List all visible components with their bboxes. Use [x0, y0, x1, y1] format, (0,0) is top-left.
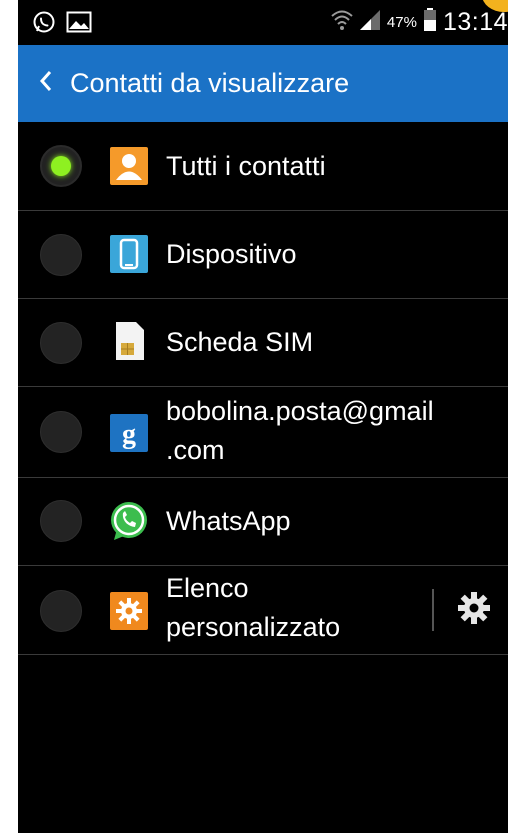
- option-label-line1: Elenco: [166, 573, 249, 603]
- sim-card-icon: [110, 321, 148, 360]
- radio-button[interactable]: [40, 322, 82, 364]
- option-whatsapp[interactable]: WhatsApp: [18, 478, 508, 566]
- image-notification-icon: [66, 11, 92, 38]
- option-scheda-sim[interactable]: Scheda SIM: [18, 299, 508, 387]
- option-label-line1: bobolina.posta@gmail: [166, 396, 434, 426]
- person-contact-icon: [110, 147, 148, 185]
- option-tutti-i-contatti[interactable]: Tutti i contatti: [18, 122, 508, 211]
- action-bar: Contatti da visualizzare: [18, 45, 508, 122]
- option-label-line2: personalizzato: [166, 612, 341, 642]
- status-left: [32, 10, 92, 39]
- option-dispositivo[interactable]: Dispositivo: [18, 211, 508, 299]
- contact-source-list: Tutti i contatti Dispositivo Scheda SIM …: [18, 122, 508, 655]
- google-account-icon: g: [110, 414, 148, 452]
- custom-list-icon: [110, 592, 148, 630]
- whatsapp-icon: [108, 500, 150, 542]
- wifi-icon: [331, 8, 353, 37]
- signal-icon: [359, 9, 381, 36]
- radio-button[interactable]: [40, 500, 82, 542]
- radio-button[interactable]: [40, 590, 82, 632]
- svg-text:g: g: [122, 419, 136, 450]
- battery-percent: 47%: [386, 14, 417, 31]
- divider: [432, 589, 434, 631]
- option-label: Dispositivo: [166, 239, 297, 269]
- radio-button[interactable]: [40, 234, 82, 276]
- status-right: 47% 13:14: [331, 8, 508, 37]
- option-elenco-personalizzato[interactable]: Elenco personalizzato: [18, 566, 508, 655]
- option-label: WhatsApp: [166, 506, 291, 536]
- option-google-account[interactable]: g bobolina.posta@gmail .com: [18, 387, 508, 478]
- gear-icon: [457, 591, 491, 630]
- option-label: Scheda SIM: [166, 327, 314, 357]
- radio-button-selected[interactable]: [40, 145, 82, 187]
- option-label-line2: .com: [166, 435, 225, 465]
- whatsapp-notification-icon: [32, 10, 56, 39]
- chevron-left-icon: [38, 69, 54, 98]
- phone-screen: 47% 13:14 Contatti da visualizzare Tutti…: [18, 0, 508, 833]
- back-button[interactable]: [24, 45, 68, 122]
- status-bar: 47% 13:14: [18, 0, 508, 45]
- phone-device-icon: [110, 235, 148, 273]
- page-title: Contatti da visualizzare: [70, 68, 350, 98]
- battery-icon: [423, 8, 437, 37]
- clock: 13:14: [442, 8, 508, 36]
- custom-list-settings-button[interactable]: [454, 590, 494, 630]
- option-label: Tutti i contatti: [166, 151, 326, 181]
- radio-button[interactable]: [40, 411, 82, 453]
